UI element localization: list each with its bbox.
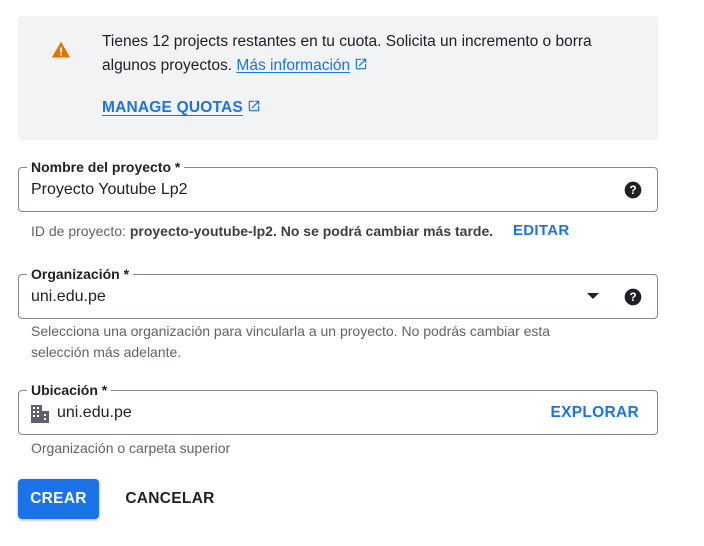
external-link-icon <box>355 58 367 70</box>
location-field[interactable]: Ubicación * uni.edu.pe EXPLORAR <box>18 381 658 435</box>
project-id-hint: ID de proyecto: proyecto-youtube-lp2. No… <box>31 223 494 239</box>
svg-text:?: ? <box>629 291 636 304</box>
more-info-link[interactable]: Más información <box>236 57 368 74</box>
dropdown-arrow-icon[interactable] <box>587 293 599 299</box>
cancel-button[interactable]: CANCELAR <box>118 479 222 519</box>
external-link-icon <box>248 100 260 112</box>
warning-icon <box>51 41 71 58</box>
help-icon[interactable]: ? <box>623 180 643 200</box>
browse-button[interactable]: EXPLORAR <box>550 403 639 423</box>
organization-label: Organización * <box>27 265 134 283</box>
project-name-label: Nombre del proyecto * <box>27 158 185 176</box>
project-name-input[interactable]: Proyecto Youtube Lp2 <box>31 180 188 200</box>
edit-project-id-button[interactable]: EDITAR <box>513 221 570 241</box>
manage-quotas-link[interactable]: MANAGE QUOTAS <box>102 99 261 117</box>
quota-alert: Tienes 12 projects restantes en tu cuota… <box>18 16 658 140</box>
organization-value: uni.edu.pe <box>31 288 106 305</box>
create-button[interactable]: CREAR <box>18 479 99 519</box>
location-value: uni.edu.pe <box>57 404 132 421</box>
svg-text:?: ? <box>629 184 636 197</box>
location-label: Ubicación * <box>27 381 112 399</box>
project-name-field[interactable]: Nombre del proyecto * Proyecto Youtube L… <box>18 158 658 212</box>
building-icon <box>31 405 49 423</box>
location-hint: Organización o carpeta superior <box>31 440 231 456</box>
organization-select[interactable]: Organización * uni.edu.pe ? <box>18 265 658 319</box>
organization-hint: Selecciona una organización para vincula… <box>31 323 551 360</box>
help-icon[interactable]: ? <box>623 287 643 307</box>
alert-message: Tienes 12 projects restantes en tu cuota… <box>102 30 642 78</box>
